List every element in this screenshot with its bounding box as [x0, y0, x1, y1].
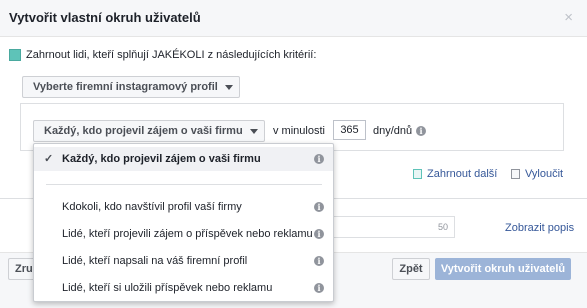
include-marker-icon: [9, 49, 21, 61]
exclude-link[interactable]: Vyloučit: [511, 168, 563, 180]
create-audience-dialog: Vytvořit vlastní okruh uživatelů × Zahrn…: [0, 0, 587, 308]
days-input[interactable]: 365: [333, 120, 366, 140]
dropdown-option[interactable]: Lidé, kteří si uložili příspěvek nebo re…: [34, 276, 333, 300]
dropdown-option[interactable]: Lidé, kteří napsali na váš firemní profi…: [34, 249, 333, 273]
dropdown-option-label: Lidé, kteří projevili zájem o příspěvek …: [62, 228, 313, 240]
dropdown-option[interactable]: Lidé, kteří projevili zájem o příspěvek …: [34, 222, 333, 246]
audience-name-input[interactable]: 50: [330, 216, 455, 238]
dropdown-option-label: Kdokoli, kdo navštívil profil vaší firmy: [62, 201, 242, 213]
profile-select[interactable]: Vyberte firemní instagramový profil: [22, 76, 240, 98]
close-icon[interactable]: ×: [564, 9, 573, 26]
event-select[interactable]: Každý, kdo projevil zájem o vaši firmu: [33, 120, 265, 142]
include-icon: [413, 169, 422, 179]
dropdown-option-label: Lidé, kteří si uložili příspěvek nebo re…: [62, 282, 273, 294]
show-description-link[interactable]: Zobrazit popis: [505, 222, 574, 234]
dropdown-option[interactable]: Kdokoli, kdo navštívil profil vaší firmy…: [34, 195, 333, 219]
dropdown-divider: [46, 184, 322, 185]
exclude-label: Vyloučit: [525, 168, 564, 180]
create-audience-button[interactable]: Vytvořit okruh uživatelů: [435, 258, 571, 280]
include-rule-text: Zahrnout lidi, kteří splňují JAKÉKOLI z …: [26, 49, 317, 61]
exclude-icon: [511, 169, 520, 179]
include-rule-header: Zahrnout lidi, kteří splňují JAKÉKOLI z …: [9, 49, 316, 61]
dropdown-option[interactable]: ✓ Každý, kdo projevil zájem o vaši firmu…: [34, 147, 333, 171]
caret-down-icon: [249, 128, 258, 134]
char-limit: 50: [437, 222, 448, 232]
dialog-title: Vytvořit vlastní okruh uživatelů: [9, 10, 201, 25]
cancel-button-label: Zru: [15, 263, 33, 275]
caret-down-icon: [224, 84, 233, 90]
dropdown-option-label: Lidé, kteří napsali na váš firemní profi…: [62, 255, 248, 267]
days-unit-label: dny/dnů: [373, 125, 413, 137]
in-last-label: v minulosti: [273, 125, 325, 137]
info-icon[interactable]: i: [416, 126, 426, 136]
include-more-link[interactable]: Zahrnout další: [413, 168, 497, 180]
dialog-header: Vytvořit vlastní okruh uživatelů ×: [0, 0, 587, 37]
event-select-label: Každý, kdo projevil zájem o vaši firmu: [44, 125, 243, 137]
info-icon[interactable]: i: [314, 283, 324, 293]
back-button[interactable]: Zpět: [392, 258, 430, 280]
check-icon: ✓: [44, 153, 54, 165]
info-icon[interactable]: i: [314, 154, 324, 164]
profile-select-label: Vyberte firemní instagramový profil: [33, 81, 218, 93]
include-more-label: Zahrnout další: [427, 168, 498, 180]
info-icon[interactable]: i: [314, 202, 324, 212]
dropdown-option-label: Každý, kdo projevil zájem o vaši firmu: [62, 153, 261, 165]
info-icon[interactable]: i: [314, 229, 324, 239]
event-dropdown-menu: ✓ Každý, kdo projevil zájem o vaši firmu…: [33, 143, 334, 302]
back-button-label: Zpět: [399, 263, 423, 275]
info-icon[interactable]: i: [314, 256, 324, 266]
